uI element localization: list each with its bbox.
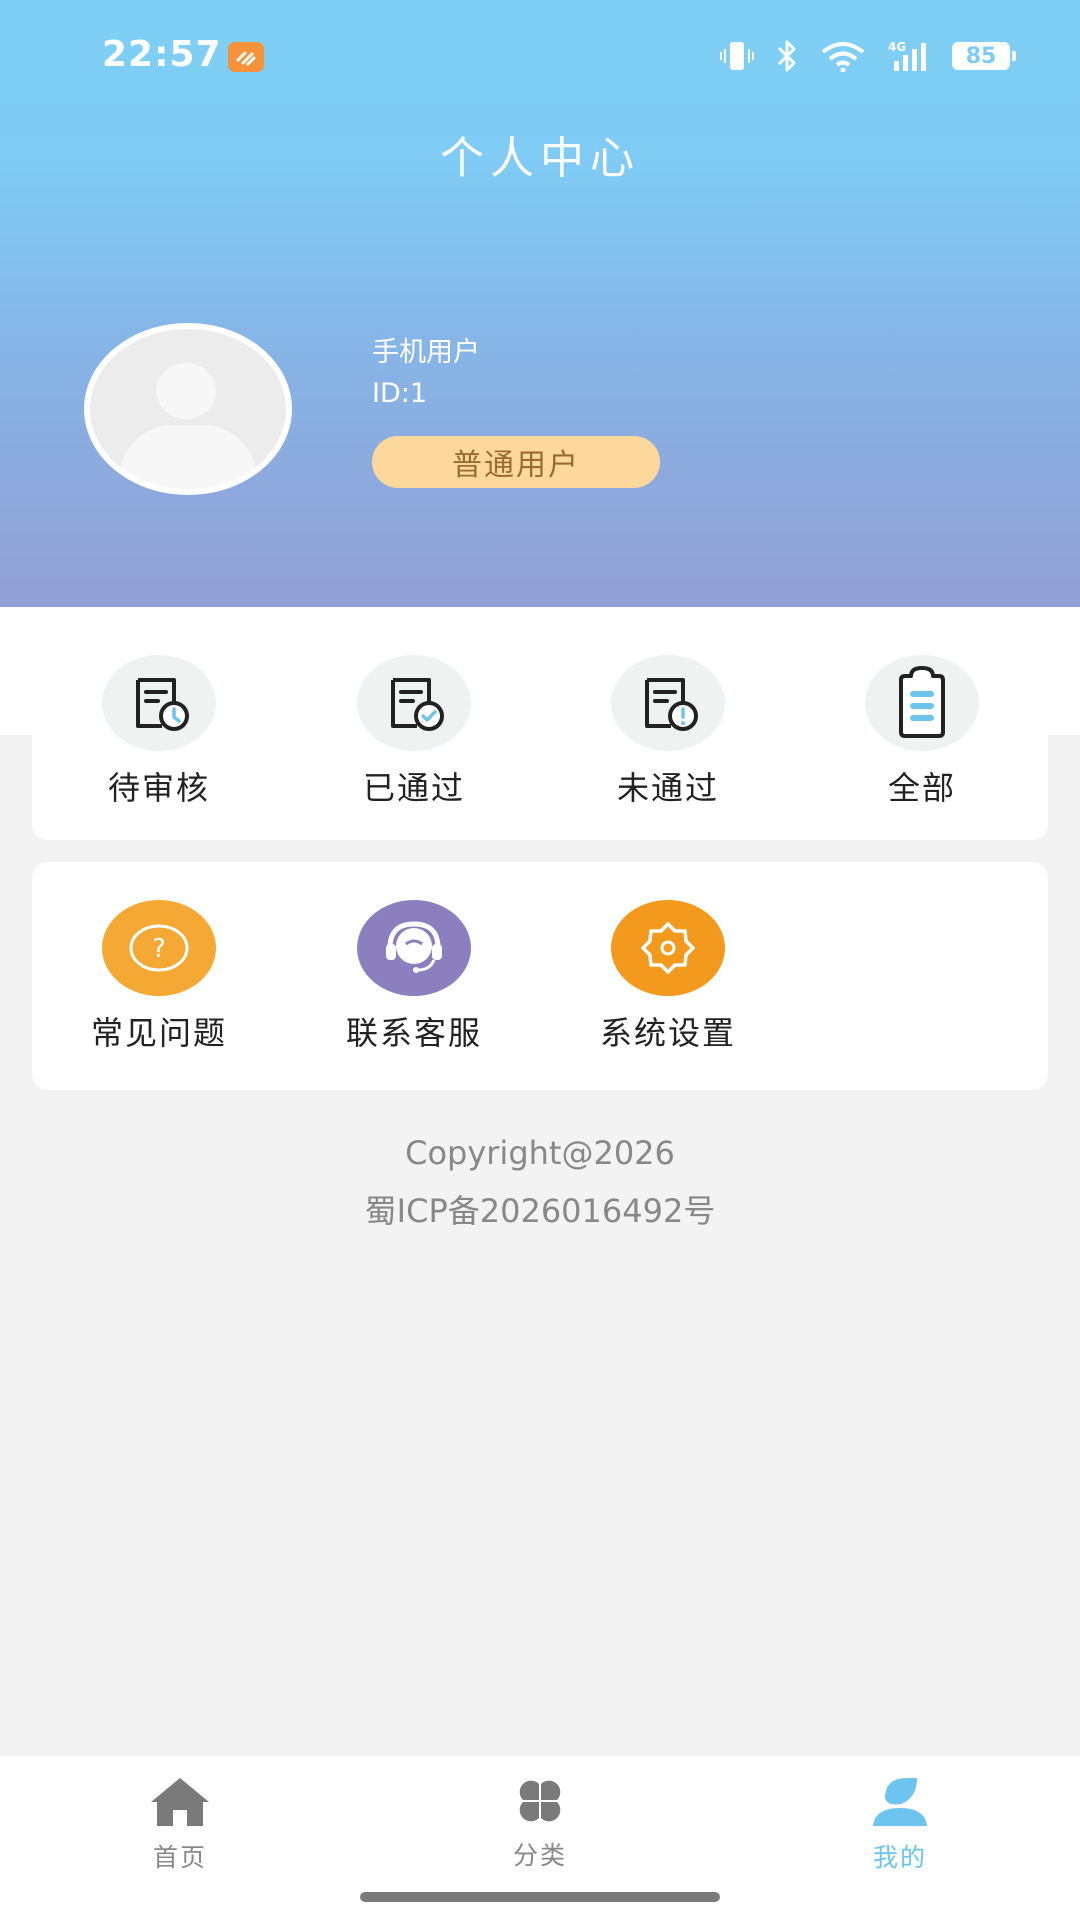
headset-icon: [357, 900, 471, 996]
status-label: 未通过: [616, 769, 719, 807]
status-label: 待审核: [107, 769, 210, 807]
document-alert-icon: [611, 655, 725, 751]
page-title: 个人中心: [440, 133, 640, 184]
service-label: 常见问题: [90, 1014, 227, 1052]
document-check-icon: [357, 655, 471, 751]
icp-text[interactable]: 蜀ICP备2026016492号: [0, 1182, 1080, 1240]
bluetooth-icon: [777, 40, 796, 72]
status-bar: 22:57 4G 85: [0, 0, 1080, 110]
gear-icon: [611, 900, 725, 996]
service-label: 联系客服: [345, 1014, 482, 1052]
tab-label: 分类: [512, 1841, 567, 1870]
cellular-4g-icon: 4G: [888, 40, 926, 71]
avatar-body-shape: [120, 425, 256, 489]
user-id: ID:1: [372, 378, 428, 409]
status-label: 已通过: [362, 769, 465, 807]
tab-home[interactable]: 首页: [80, 1774, 280, 1874]
status-time: 22:57: [102, 34, 222, 75]
tab-category[interactable]: 分类: [440, 1774, 640, 1872]
service-label: 系统设置: [599, 1014, 736, 1052]
user-level-badge: 普通用户: [372, 436, 660, 488]
app-notification-icon: [228, 42, 264, 72]
status-item-approved[interactable]: 已通过: [314, 655, 514, 809]
tab-label: 首页: [152, 1843, 207, 1872]
service-item-settings[interactable]: 系统设置: [568, 900, 768, 1054]
svg-text:4G: 4G: [888, 40, 906, 54]
user-name: 手机用户: [372, 337, 480, 368]
battery-indicator: 85: [952, 42, 1016, 70]
home-indicator[interactable]: [360, 1892, 720, 1902]
vibrate-icon: [720, 42, 754, 70]
tab-label: 我的: [872, 1843, 927, 1872]
status-item-rejected[interactable]: 未通过: [568, 655, 768, 809]
status-item-all[interactable]: 全部: [822, 655, 1022, 809]
status-label: 全部: [887, 769, 956, 807]
wifi-icon: [821, 42, 865, 72]
svg-text:?: ?: [152, 934, 166, 964]
user-icon: [873, 1778, 927, 1826]
tab-mine[interactable]: 我的: [800, 1774, 1000, 1874]
copyright-text: Copyright@2026: [405, 1134, 675, 1172]
service-item-faq[interactable]: ? 常见问题: [59, 900, 259, 1054]
document-clock-icon: [102, 655, 216, 751]
category-icon: [519, 1780, 561, 1822]
battery-level: 85: [965, 43, 997, 69]
avatar-head-shape: [156, 363, 216, 419]
copyright-block: Copyright@2026 蜀ICP备2026016492号: [0, 1124, 1080, 1240]
question-icon: ?: [102, 900, 216, 996]
service-item-support[interactable]: 联系客服: [314, 900, 514, 1054]
status-item-pending[interactable]: 待审核: [59, 655, 259, 809]
home-icon: [151, 1778, 209, 1826]
avatar[interactable]: [84, 323, 292, 495]
status-icons: 4G 85: [720, 38, 1016, 74]
clipboard-list-icon: [865, 655, 979, 751]
